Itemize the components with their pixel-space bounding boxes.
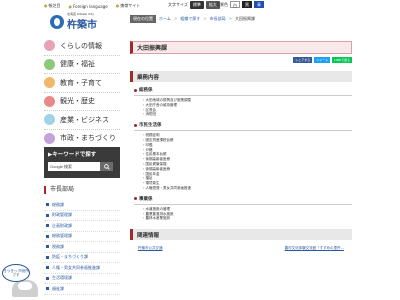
group-projects: 事業係 水道施設の管理 農業集落排水施設 農林水産業施設 — [130, 196, 352, 221]
mascot-face-icon — [18, 282, 32, 290]
group-title: 市民生活係 — [139, 123, 162, 129]
logo-title: 杵築市 — [67, 20, 97, 31]
related-links: 杵築市公共交通 農村文化体験交流館「すずめの里杵... — [130, 246, 352, 251]
dept-link[interactable]: 財政管理課 — [44, 211, 120, 221]
search-input[interactable]: Google 検索 — [48, 162, 100, 171]
sidebar: 北海道 Kitaaki City 杵築市 くらしの情報 健康・福祉 教育・子育て… — [0, 0, 120, 300]
keyword-search-title: ▶キーワードで探す — [48, 152, 97, 158]
health-icon — [44, 58, 55, 70]
dept-link[interactable]: 総務課 — [44, 200, 120, 211]
nav-label: 市政・まちづくり — [60, 134, 116, 143]
page-title: 大田振興課 — [130, 41, 352, 54]
share-buttons: シェアする ツイート LINEで送る — [130, 57, 352, 63]
color-switch: 背景色 白 黒 青 — [216, 1, 264, 8]
site-logo[interactable]: 北海道 Kitaaki City 杵築市 — [50, 12, 97, 31]
section-heading: 業務内容 — [130, 71, 352, 82]
nav-item-business[interactable]: 産業・ビジネス — [44, 111, 120, 130]
main-nav: くらしの情報 健康・福祉 教育・子育て 観光・歴史 産業・ビジネス 市政・まちづ… — [44, 37, 120, 148]
business-icon — [44, 114, 55, 126]
city-emblem-icon — [50, 14, 64, 29]
breadcrumb-dept[interactable]: 市長部局 — [210, 16, 226, 22]
related-heading-text: 関連情報 — [137, 232, 160, 239]
related-heading: 関連情報 — [130, 229, 352, 241]
group-general-affairs: 総務係 大田地域の振興及び施策調整 大田庁舎の維持管理 区長会 消防団 — [130, 87, 352, 117]
mascot-speech: きつきっ 市役所です — [2, 264, 30, 282]
section-heading-text: 業務内容 — [137, 74, 160, 81]
facebook-share-button[interactable]: シェアする — [293, 57, 313, 63]
dept-link[interactable]: 税務課 — [44, 242, 120, 253]
search-button[interactable] — [100, 162, 113, 171]
dept-link[interactable]: 防疫・まちづくり課 — [44, 253, 120, 263]
group-item: 農林水産業施設 — [134, 216, 352, 221]
nav-item-tourism[interactable]: 観光・歴史 — [44, 93, 120, 111]
page-title-text: 大田振興課 — [137, 45, 168, 52]
bullet-icon — [134, 88, 137, 92]
keyword-search-box: ▶キーワードで探す Google 検索 — [44, 147, 120, 178]
nav-label: 観光・歴史 — [60, 97, 95, 106]
related-link[interactable]: 杵築市公共交通 — [138, 246, 163, 251]
nav-item-life[interactable]: くらしの情報 — [44, 37, 120, 56]
dept-link[interactable]: 企画財政課 — [44, 221, 120, 232]
color-white-button[interactable]: 白 — [230, 1, 240, 8]
life-icon — [44, 40, 55, 52]
font-size-standard-button[interactable]: 標準 — [189, 1, 204, 9]
search-icon — [103, 163, 110, 170]
nav-item-education[interactable]: 教育・子育て — [44, 74, 120, 93]
group-citizen-life: 市民生活係 税務証明 固定資産課税台帳 印鑑 戸籍 住民基本台帳 後期高齢者医療… — [130, 122, 352, 191]
city-icon — [44, 132, 55, 144]
mascot-banner[interactable]: きつきっ 市役所です — [2, 262, 42, 298]
twitter-share-button[interactable]: ツイート — [314, 57, 331, 63]
group-item: 人権啓発・男女共同参画推進 — [134, 186, 352, 191]
dept-heading: 市長部局 — [44, 186, 120, 194]
color-switch-label: 背景色 — [216, 1, 228, 7]
nav-item-health[interactable]: 健康・福祉 — [44, 56, 120, 74]
dept-link[interactable]: 総務管理課 — [44, 232, 120, 242]
group-title: 事業係 — [139, 196, 153, 202]
breadcrumb-home[interactable]: ホーム — [159, 16, 171, 22]
breadcrumb-label: 現在の位置 — [130, 14, 156, 23]
dept-link[interactable]: 福祉課 — [44, 284, 120, 295]
line-share-button[interactable]: LINEで送る — [332, 57, 352, 63]
group-title: 総務係 — [139, 88, 153, 93]
nav-label: 産業・ビジネス — [60, 115, 109, 124]
color-black-button[interactable]: 黒 — [242, 1, 252, 8]
font-size-label: 文字サイズ — [168, 2, 188, 7]
color-blue-button[interactable]: 青 — [254, 1, 264, 8]
font-size-control: 文字サイズ 標準 拡大 — [168, 1, 220, 9]
related-link[interactable]: 農村文化体験交流館「すずめの里杵... — [285, 246, 344, 251]
nav-item-city[interactable]: 市政・まちづくり — [44, 130, 120, 148]
dept-link[interactable]: 人権・男女共同参画推進課 — [44, 263, 120, 274]
main-content: 現在の位置 ホーム > 組織で探す > 市長部局 > 大田振興課 大田振興課 シ… — [130, 14, 352, 251]
breadcrumb-org[interactable]: 組織で探す — [180, 16, 200, 22]
dept-list: 総務課 財政管理課 企画財政課 総務管理課 税務課 防疫・まちづくり課 人権・男… — [44, 200, 120, 295]
dept-link[interactable]: 生活環境課 — [44, 274, 120, 284]
nav-label: くらしの情報 — [60, 41, 102, 50]
tourism-icon — [44, 95, 55, 107]
breadcrumb: 現在の位置 ホーム > 組織で探す > 市長部局 > 大田振興課 — [130, 14, 352, 23]
bullet-icon — [134, 123, 137, 127]
group-item: 消防団 — [134, 112, 352, 117]
bullet-icon — [134, 197, 137, 201]
nav-label: 教育・子育て — [60, 78, 102, 87]
breadcrumb-current: 大田振興課 — [234, 15, 255, 21]
nav-label: 健康・福祉 — [60, 60, 95, 69]
education-icon — [44, 77, 55, 89]
